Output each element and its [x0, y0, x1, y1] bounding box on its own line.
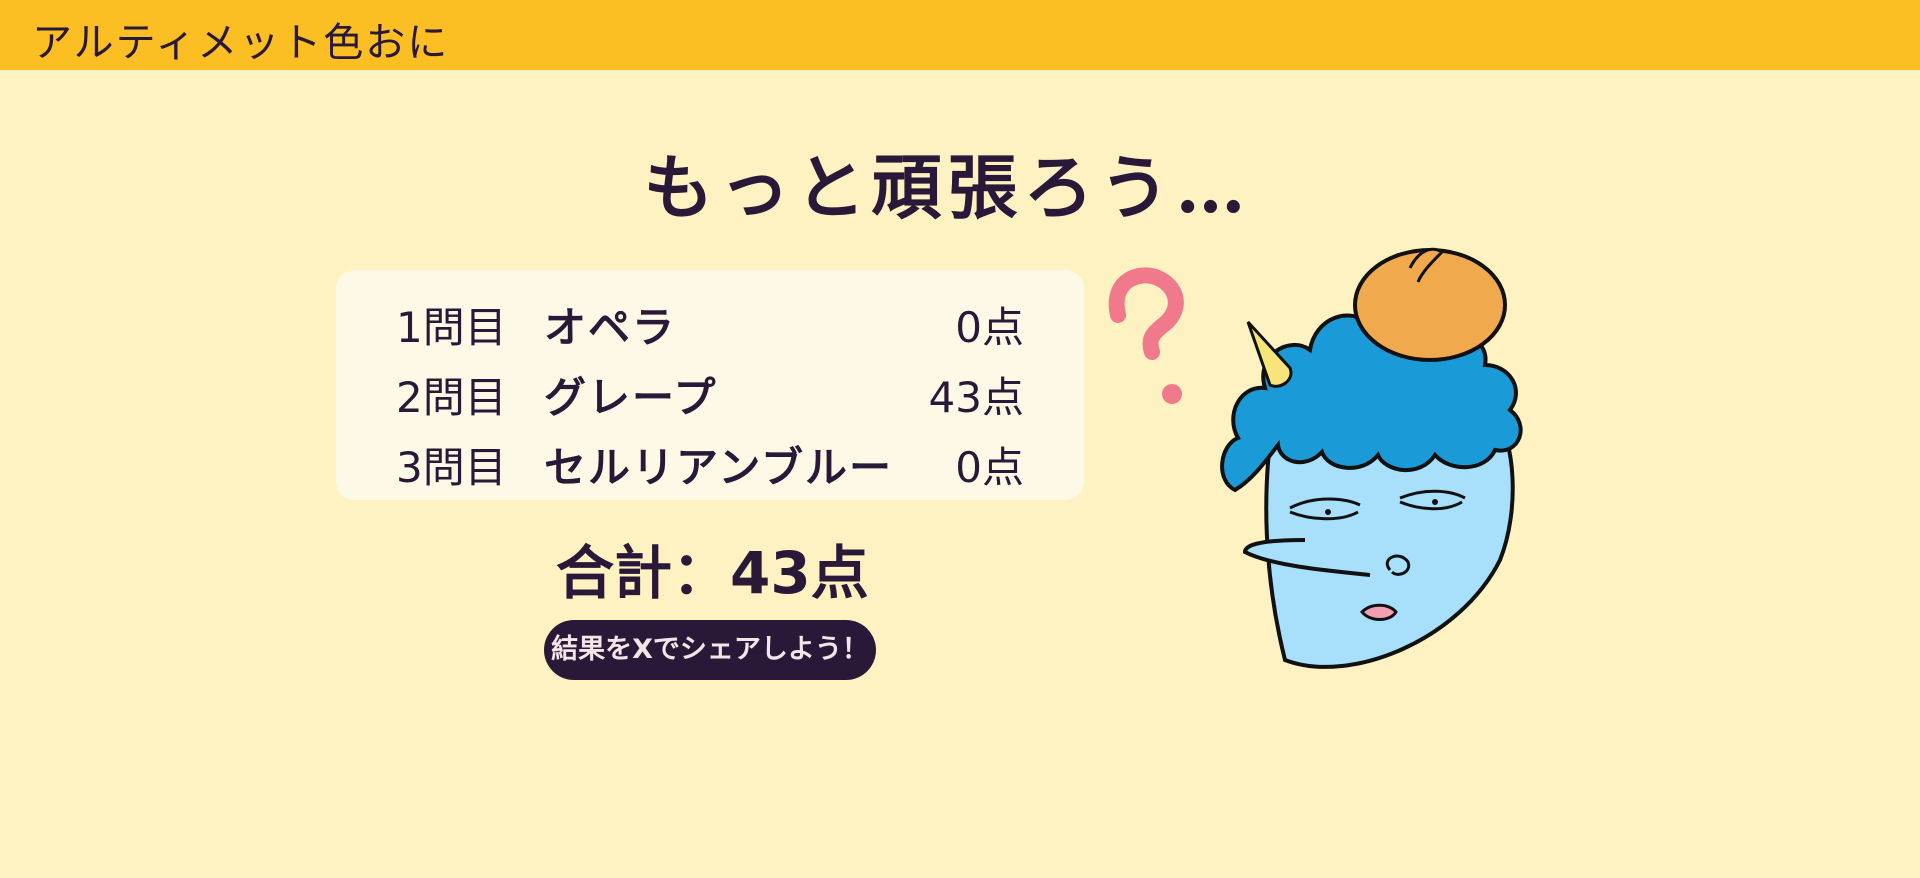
- oni-illustration: [1108, 247, 1523, 669]
- app-title[interactable]: アルティメット色おに: [32, 10, 449, 68]
- question-mark-icon: [1108, 267, 1184, 404]
- header-bar: アルティメット色おに: [0, 0, 1920, 70]
- question-score: 43点: [928, 373, 1024, 422]
- confused-oni-character: [1220, 247, 1523, 669]
- question-number: 2問目: [396, 373, 507, 422]
- score-row: 1問目 オペラ 0点: [336, 290, 1084, 352]
- question-score: 0点: [955, 303, 1024, 352]
- share-on-x-button[interactable]: 結果をXでシェアしよう！: [544, 620, 876, 680]
- score-row: 2問目 グレープ 43点: [336, 360, 1084, 422]
- total-score: 合計：43点: [556, 539, 869, 607]
- result-title: もっと頑張ろう…: [643, 146, 1252, 229]
- score-card: 1問目 オペラ 0点 2問目 グレープ 43点 3問目 セルリアンブルー 0点: [336, 270, 1084, 500]
- question-score: 0点: [955, 443, 1024, 492]
- score-row: 3問目 セルリアンブルー 0点: [336, 430, 1084, 492]
- color-name: グレープ: [544, 373, 718, 422]
- question-number: 1問目: [396, 303, 507, 352]
- question-number: 3問目: [396, 443, 507, 492]
- color-name: オペラ: [544, 303, 677, 352]
- color-name: セルリアンブルー: [544, 443, 894, 492]
